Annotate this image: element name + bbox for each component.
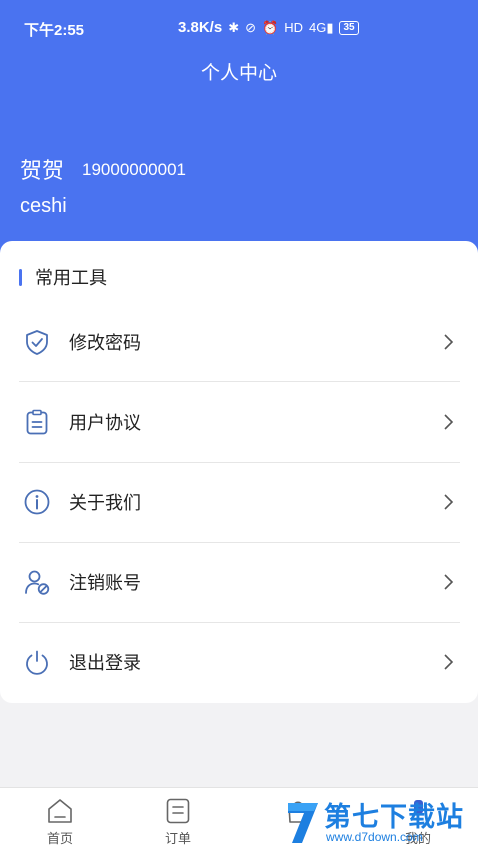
menu-item-label: 注销账号 [69,573,141,594]
status-icons: 3.8K/s ✱ ⊘ ⏰ HD 4G▮ 35 [178,19,359,36]
user-phone: 19000000001 [82,160,187,179]
user-description: ceshi [20,195,67,217]
menu-item-label: 关于我们 [69,493,141,514]
section-title-text: 常用工具 [35,268,107,289]
order-icon [166,798,190,824]
user-name: 贺贺 [20,159,65,184]
chevron-right-icon [444,494,454,510]
tab-label: 首页 [46,832,73,847]
clipboard-icon [26,409,48,435]
info-icon [24,489,50,515]
menu-item-about-us[interactable]: 关于我们 [19,462,460,542]
mute-icon: ⊘ [245,19,257,35]
site-watermark: 第七下载站 www.d7down.com [282,795,478,850]
tab-orders[interactable]: 订单 [118,788,238,851]
hd-icon: HD [284,20,303,35]
profile-header: 下午2:55 3.8K/s ✱ ⊘ ⏰ HD 4G▮ 35 个人中心 贺贺 19… [0,0,478,262]
signal-icon: 4G▮ [308,19,334,35]
alarm-icon: ⏰ [262,19,279,35]
watermark-url: www.d7down.com [326,830,423,844]
tab-label: 订单 [164,832,191,847]
menu-item-cancel-account[interactable]: 注销账号 [19,542,460,622]
chevron-right-icon [444,334,454,350]
chevron-right-icon [444,574,454,590]
tab-home[interactable]: 首页 [0,788,120,851]
menu-item-logout[interactable]: 退出登录 [19,622,460,702]
chevron-right-icon [444,654,454,670]
shield-check-icon [26,330,48,355]
power-icon [26,650,48,675]
section-title: 常用工具 [19,264,107,290]
user-cancel-icon [25,570,50,595]
status-bar: 下午2:55 3.8K/s ✱ ⊘ ⏰ HD 4G▮ 35 [0,0,478,58]
network-speed: 3.8K/s [178,19,223,36]
status-time: 下午2:55 [24,22,85,39]
d7-logo-icon [288,803,318,843]
menu-item-label: 用户协议 [69,413,141,434]
battery-icon: 35 [339,20,359,35]
menu-item-label: 退出登录 [69,653,141,674]
chevron-right-icon [444,414,454,430]
page-title: 个人中心 [200,62,277,84]
bluetooth-icon: ✱ [228,19,240,35]
menu-item-user-agreement[interactable]: 用户协议 [19,382,460,462]
menu-item-label: 修改密码 [69,333,141,354]
watermark-title: 第七下载站 [324,802,464,833]
tools-card: 常用工具 修改密码 用户协议 关于我们 注销账号 退出登录 [0,241,478,703]
menu-item-change-password[interactable]: 修改密码 [19,302,460,382]
home-icon [48,799,72,823]
section-accent-bar [19,268,22,286]
